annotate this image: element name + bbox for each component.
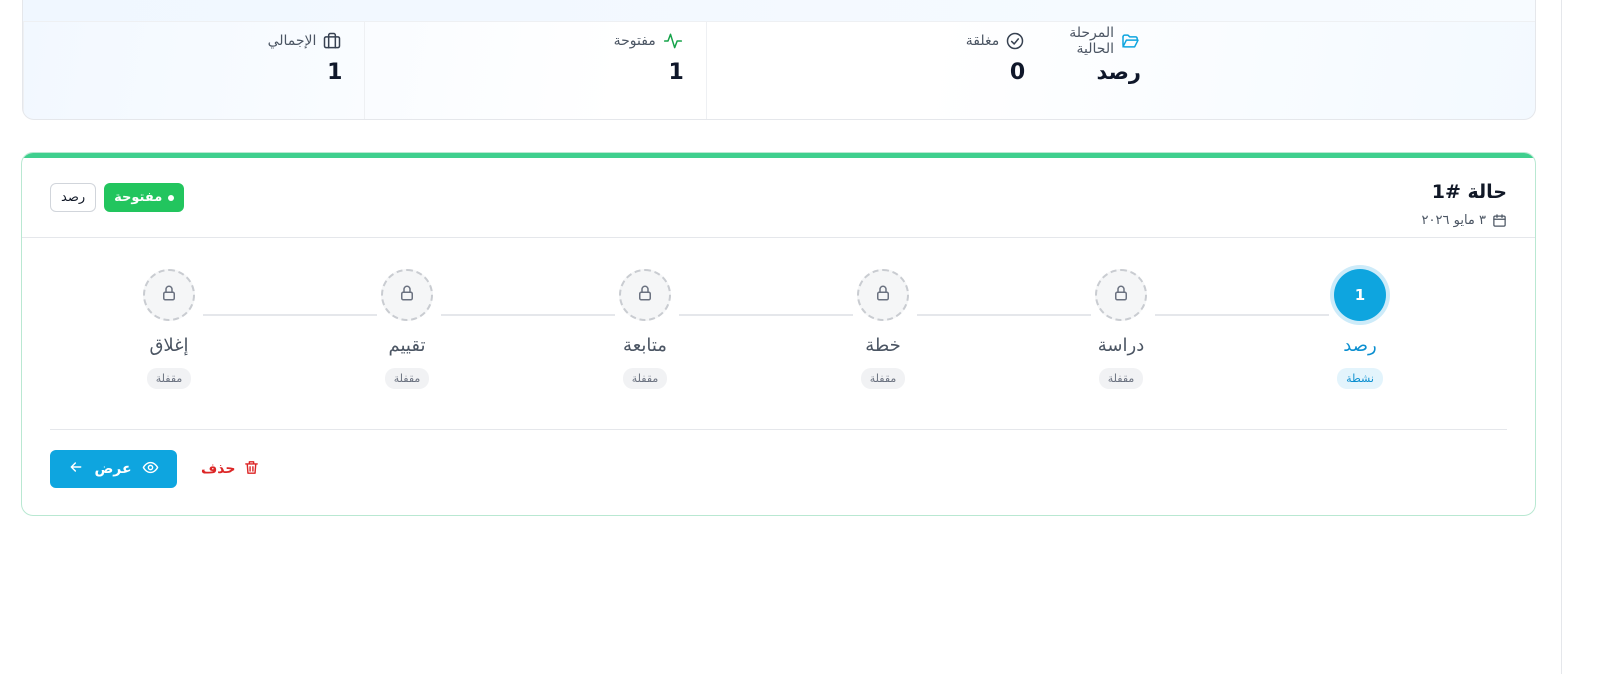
step-name: رصد: [1343, 335, 1377, 356]
step-locked-circle: [619, 269, 671, 321]
stat-total: الإجمالي 1: [23, 22, 364, 119]
lock-icon: [636, 284, 654, 306]
step-state-badge: نشطة: [1337, 368, 1383, 389]
step-state-badge: مقفلة: [860, 368, 906, 389]
case-actions: عرض حذف: [50, 450, 260, 488]
step-state-badge: مقفلة: [384, 368, 430, 389]
stat-closed: مغلقة 0: [705, 22, 1047, 119]
status-badge: مفتوحة: [104, 183, 185, 212]
step-state-badge: مقفلة: [146, 368, 192, 389]
stat-open-value: 1: [668, 60, 684, 85]
step-number-circle: 1: [1334, 269, 1386, 321]
trash-icon: [243, 459, 260, 480]
step-monitoring[interactable]: 1 رصد نشطة: [1300, 269, 1420, 389]
view-button[interactable]: عرض: [50, 450, 177, 488]
case-title: حالة #1: [1431, 181, 1507, 203]
step-name: دراسة: [1097, 335, 1145, 356]
page-right-border: [1561, 0, 1562, 674]
step-study[interactable]: دراسة مقفلة: [1061, 269, 1181, 389]
stat-current-stage: المرحلة الحالية رصد: [1047, 22, 1535, 119]
step-state-badge: مقفلة: [622, 368, 668, 389]
step-state-badge: مقفلة: [1098, 368, 1144, 389]
stats-card: الإجمالي 1 مفتوحة 1 مغلقة 0 المرحلة الحا…: [22, 0, 1536, 120]
stat-current-stage-label: المرحلة الحالية: [1069, 25, 1114, 57]
case-card: حالة #1 ٣ مايو ٢٠٢٦ رصد مفتوحة 1 رصد نشط…: [21, 152, 1536, 516]
step-locked-circle: [381, 269, 433, 321]
step-name: خطة: [865, 335, 901, 356]
step-plan[interactable]: خطة مقفلة: [823, 269, 943, 389]
stage-badge: رصد: [50, 183, 97, 212]
step-locked-circle: [1095, 269, 1147, 321]
stats-row: الإجمالي 1 مفتوحة 1 مغلقة 0 المرحلة الحا…: [23, 22, 1535, 119]
case-date: ٣ مايو ٢٠٢٦: [1422, 213, 1507, 228]
activity-icon: [662, 31, 684, 51]
eye-icon: [142, 459, 159, 480]
lock-icon: [398, 284, 416, 306]
check-circle-icon: [1005, 31, 1025, 51]
view-button-label: عرض: [94, 461, 132, 477]
step-name: تقييم: [388, 335, 426, 356]
step-locked-circle: [143, 269, 195, 321]
status-dot-icon: [168, 194, 175, 201]
step-closure[interactable]: إغلاق مقفلة: [109, 269, 229, 389]
delete-button[interactable]: حذف: [201, 459, 260, 480]
stat-closed-label: مغلقة: [965, 33, 1000, 49]
lock-icon: [874, 284, 892, 306]
case-header: حالة #1 ٣ مايو ٢٠٢٦ رصد مفتوحة: [22, 158, 1535, 238]
lock-icon: [160, 284, 178, 306]
calendar-icon: [1492, 213, 1507, 228]
stat-open-label: مفتوحة: [613, 33, 656, 49]
stats-top-strip: [23, 0, 1535, 22]
lock-icon: [1112, 284, 1130, 306]
case-date-text: ٣ مايو ٢٠٢٦: [1421, 213, 1486, 228]
stat-current-stage-value: رصد: [1096, 60, 1141, 84]
case-badges: رصد مفتوحة: [50, 183, 185, 212]
delete-button-label: حذف: [201, 461, 236, 477]
step-name: إغلاق: [149, 335, 189, 356]
stat-total-value: 1: [327, 60, 343, 85]
folder-open-icon: [1120, 31, 1141, 51]
stat-open: مفتوحة 1: [364, 22, 705, 119]
briefcase-icon: [322, 31, 342, 51]
step-name: متابعة: [623, 335, 667, 356]
arrow-left-icon: [68, 459, 84, 479]
step-locked-circle: [857, 269, 909, 321]
step-evaluation[interactable]: تقييم مقفلة: [347, 269, 467, 389]
stat-closed-value: 0: [1009, 60, 1026, 85]
stat-total-label: الإجمالي: [267, 33, 317, 49]
card-divider: [50, 429, 1507, 430]
step-follow-up[interactable]: متابعة مقفلة: [585, 269, 705, 389]
